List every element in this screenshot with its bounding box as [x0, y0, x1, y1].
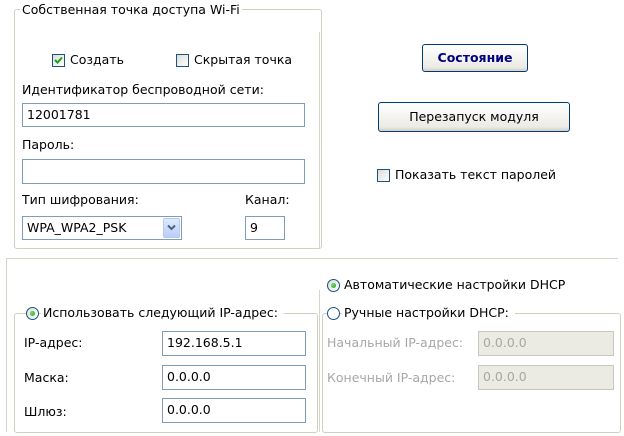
show-passwords-label[interactable]: Показать текст паролей [395, 167, 556, 183]
radio-dot-icon [331, 283, 336, 288]
auto-dhcp-radio[interactable] [327, 279, 340, 292]
encryption-label: Тип шифрования: [22, 192, 139, 207]
horizontal-divider [6, 258, 618, 259]
dhcp-start-input[interactable]: 0.0.0.0 [478, 331, 614, 356]
mask-input[interactable]: 0.0.0.0 [162, 365, 306, 390]
create-checkbox[interactable] [52, 54, 65, 67]
hotspot-group-title: Собственная точка доступа Wi-Fi [20, 2, 242, 17]
channel-input[interactable]: 9 [245, 216, 285, 240]
auto-dhcp-label[interactable]: Автоматические настройки DHCP [344, 277, 565, 293]
dhcp-start-label: Начальный IP-адрес: [327, 335, 464, 350]
password-label: Пароль: [22, 137, 75, 152]
restart-module-button[interactable]: Перезапуск модуля [378, 102, 570, 132]
gateway-input[interactable]: 0.0.0.0 [162, 398, 306, 423]
vertical-divider-bottom [319, 290, 320, 432]
dhcp-end-label: Конечный IP-адрес: [327, 370, 456, 385]
show-passwords-checkbox[interactable] [377, 169, 390, 182]
hotspot-groupbox [14, 9, 322, 249]
ip-address-input[interactable]: 192.168.5.1 [162, 331, 306, 356]
checkmark-icon [54, 56, 63, 64]
dhcp-end-input[interactable]: 0.0.0.0 [478, 365, 614, 390]
use-static-ip-radio[interactable] [26, 307, 39, 320]
gateway-label: Шлюз: [24, 404, 67, 419]
encryption-select[interactable]: WPA_WPA2_PSK [22, 216, 182, 240]
ssid-label: Идентификатор беспроводной сети: [22, 82, 264, 97]
encryption-select-value: WPA_WPA2_PSK [27, 220, 127, 235]
left-edge-line [6, 258, 7, 432]
manual-dhcp-label[interactable]: Ручные настройки DHCP: [342, 305, 515, 320]
radio-dot-icon [30, 311, 35, 316]
chevron-down-icon[interactable] [163, 218, 180, 238]
ssid-input[interactable]: 12001781 [22, 103, 305, 127]
status-button[interactable]: Состояние [422, 44, 528, 72]
password-input[interactable] [22, 159, 305, 184]
create-label[interactable]: Создать [70, 52, 124, 68]
hidden-ssid-label[interactable]: Скрытая точка [194, 52, 292, 68]
manual-dhcp-radio[interactable] [327, 307, 340, 320]
hidden-ssid-checkbox[interactable] [176, 54, 189, 67]
mask-label: Маска: [24, 370, 69, 385]
channel-label: Канал: [245, 192, 290, 207]
ip-address-label: IP-адрес: [24, 335, 83, 350]
ip-group-title[interactable]: Использовать следующий IP-адрес: [41, 305, 284, 320]
